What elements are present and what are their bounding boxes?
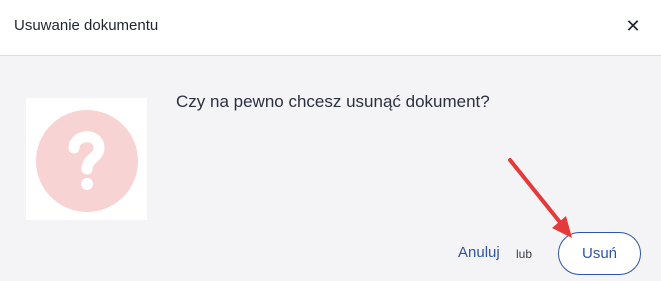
or-separator: lub [516, 247, 533, 261]
dialog-header: Usuwanie dokumentu ✕ [0, 0, 661, 56]
close-icon[interactable]: ✕ [623, 16, 643, 36]
delete-document-dialog: Usuwanie dokumentu ✕ Czy na pewno chcesz… [0, 0, 661, 281]
confirmation-question: Czy na pewno chcesz usunąć dokument? [176, 92, 490, 111]
cancel-link[interactable]: Anuluj [458, 244, 500, 261]
delete-button-label: Usuń [581, 245, 618, 262]
question-mark-icon [26, 98, 147, 220]
dialog-title: Usuwanie dokumentu [14, 17, 159, 34]
delete-button[interactable]: Usuń [558, 232, 641, 275]
